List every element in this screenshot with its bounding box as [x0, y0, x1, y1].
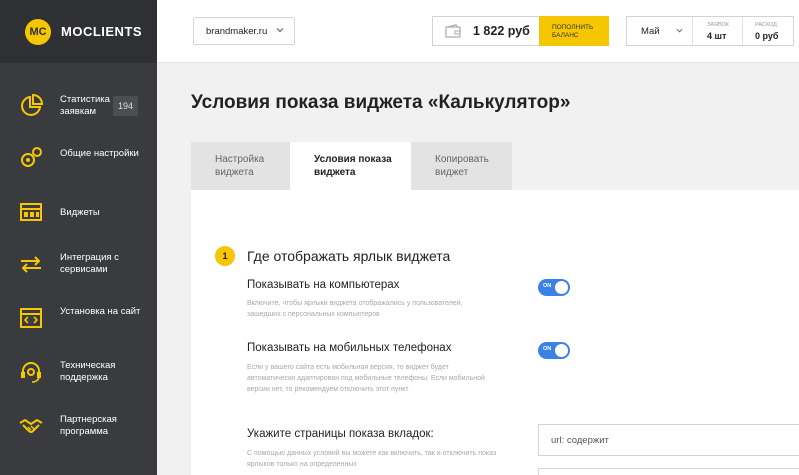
toggle-knob	[555, 344, 568, 357]
tab-display-conditions[interactable]: Условия показа виджета	[290, 142, 411, 190]
arrows-icon	[21, 256, 41, 273]
expense-stat: РАСХОД 0 руб	[743, 17, 793, 45]
sidebar-item-label: Интеграция с сервисами	[60, 252, 119, 275]
balance-box: 1 822 руб	[432, 16, 540, 46]
code-window-icon	[20, 308, 42, 328]
logo-badge: MC	[25, 18, 51, 45]
toggle-state-label: ON	[543, 346, 552, 352]
sidebar-item-install[interactable]: Установка на сайт	[0, 304, 157, 332]
tab-copy-widget[interactable]: Копировать виджет	[411, 142, 512, 190]
requests-stat: ЗАЯВОК 4 шт	[693, 17, 742, 45]
requests-count-badge: 194	[113, 96, 138, 116]
logo-text: MOCLIENTS	[61, 24, 143, 39]
balance-value: 1 822 руб	[473, 24, 530, 38]
handshake-icon	[19, 418, 43, 433]
sidebar-item-partners[interactable]: Партнерская программа	[0, 412, 157, 440]
sidebar-item-label: Установка на сайт	[60, 306, 141, 317]
sidebar-item-statistics[interactable]: Статистика по заявкам 194	[0, 92, 157, 120]
headset-icon	[21, 362, 41, 383]
tab-widget-settings[interactable]: Настройка виджета	[191, 142, 290, 190]
toggle-knob	[555, 281, 568, 294]
topbar: brandmaker.ru 1 822 руб ПОПОЛНИТЬ БАЛАНС…	[157, 0, 799, 63]
expense-value: 0 руб	[755, 31, 779, 41]
section-title: Где отображать ярлык виджета	[247, 248, 451, 264]
tab-label: Копировать виджет	[435, 154, 489, 178]
site-select-value: brandmaker.ru	[206, 25, 268, 37]
url-condition-input[interactable]	[538, 424, 799, 456]
option-mobile-desc: Если у вашего сайта есть мобильная верси…	[247, 364, 485, 393]
sidebar-item-support[interactable]: Техническая поддержка	[0, 358, 157, 386]
sidebar-item-label: Партнерская программа	[60, 414, 117, 437]
chevron-down-icon	[276, 28, 284, 33]
sidebar-item-label: Техническая поддержка	[60, 360, 116, 383]
page-title: Условия показа виджета «Калькулятор»	[191, 92, 571, 113]
month-select[interactable]: Май	[627, 17, 693, 45]
tab-label: Настройка виджета	[215, 154, 265, 178]
second-condition-input[interactable]	[538, 468, 799, 475]
gears-icon	[21, 147, 42, 167]
topup-button[interactable]: ПОПОЛНИТЬ БАЛАНС	[539, 16, 609, 46]
sidebar-item-label: Статистика по заявкам	[60, 94, 123, 117]
logo[interactable]: MC MOCLIENTS	[0, 0, 157, 63]
stats-box: Май ЗАЯВОК 4 шт РАСХОД 0 руб	[626, 16, 794, 46]
option-desktop-desc: Включите, чтобы ярлыки виджета отображал…	[247, 300, 463, 318]
mobile-toggle[interactable]: ON	[538, 342, 570, 359]
widgets-icon	[20, 203, 42, 221]
tab-label: Условия показа виджета	[314, 154, 392, 178]
pages-title: Укажите страницы показа вкладок:	[247, 428, 434, 440]
sidebar-item-widgets[interactable]: Виджеты	[0, 200, 157, 224]
wallet-icon	[445, 24, 461, 38]
month-value: Май	[641, 25, 660, 37]
sidebar-item-label: Виджеты	[60, 207, 100, 218]
option-mobile-title: Показывать на мобильных телефонах	[247, 342, 452, 354]
requests-value: 4 шт	[707, 31, 727, 41]
app-root: MC MOCLIENTS Статистика по заявкам 194 О…	[0, 0, 799, 475]
site-select[interactable]: brandmaker.ru	[193, 17, 295, 45]
sidebar: MC MOCLIENTS Статистика по заявкам 194 О…	[0, 0, 157, 475]
chevron-down-icon	[676, 28, 683, 33]
pages-desc: С помощью данных условий вы можете как в…	[247, 450, 497, 468]
sidebar-item-integrations[interactable]: Интеграция с сервисами	[0, 250, 157, 278]
step-number-badge: 1	[215, 246, 235, 266]
option-desktop-title: Показывать на компьютерах	[247, 279, 400, 291]
pie-chart-icon	[21, 94, 43, 116]
sidebar-item-general-settings[interactable]: Общие настройки	[0, 146, 157, 174]
expense-label: РАСХОД	[755, 22, 777, 28]
requests-label: ЗАЯВОК	[707, 22, 729, 28]
toggle-state-label: ON	[543, 283, 552, 289]
desktop-toggle[interactable]: ON	[538, 279, 570, 296]
sidebar-item-label: Общие настройки	[60, 148, 139, 159]
